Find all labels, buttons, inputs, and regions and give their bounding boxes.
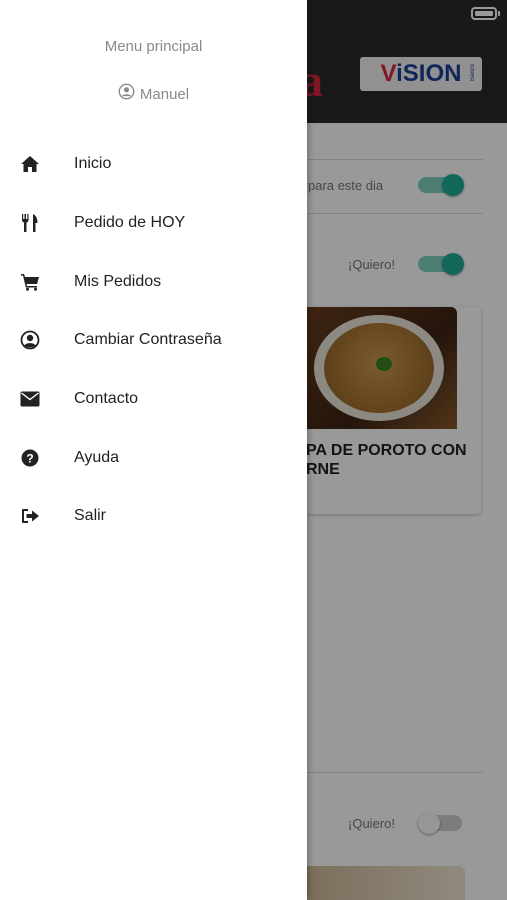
user-name: Manuel [139,85,190,103]
question-circle-icon: ? [19,447,41,469]
svg-text:?: ? [26,452,33,466]
user-circle-icon [19,329,41,351]
envelope-icon [19,388,41,410]
user-circle-icon [118,83,135,105]
utensils-icon [19,212,41,234]
menu-item-label: Mis Pedidos [74,273,162,290]
side-drawer: Menu principal Manuel Inicio Pedido de H… [0,0,307,900]
menu-item-cambiar-contrasena[interactable]: Cambiar Contraseña [0,315,307,365]
menu-item-label: Pedido de HOY [74,214,186,231]
menu-item-inicio[interactable]: Inicio [0,139,307,189]
menu-item-mis-pedidos[interactable]: Mis Pedidos [0,257,307,307]
menu-item-ayuda[interactable]: ? Ayuda [0,433,307,483]
home-icon [19,153,41,175]
menu-item-label: Inicio [74,155,112,172]
menu-item-label: Cambiar Contraseña [74,331,222,348]
menu-item-contacto[interactable]: Contacto [0,374,307,424]
cart-icon [19,271,41,293]
user-info: Manuel [0,83,307,105]
menu-item-label: Salir [74,507,107,524]
drawer-title: Menu principal [104,38,203,55]
menu-item-label: Ayuda [74,449,120,466]
menu-item-salir[interactable]: Salir [0,491,307,541]
menu-item-label: Contacto [74,390,139,407]
sign-out-icon [19,505,41,527]
menu-item-pedido-hoy[interactable]: Pedido de HOY [0,198,307,248]
